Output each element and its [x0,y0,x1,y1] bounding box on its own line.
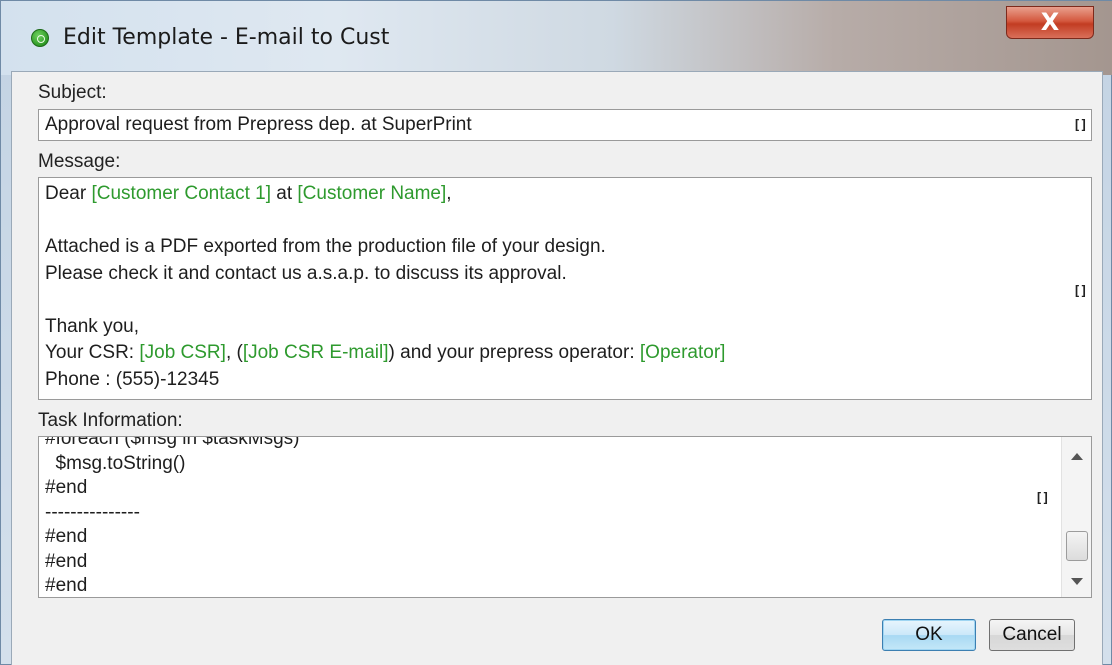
message-line: Please check it and contact us a.s.a.p. … [45,262,567,286]
expand-editor-icon[interactable]: [] [1073,284,1088,299]
template-variable: [Customer Name] [297,183,447,204]
settings-icon [31,29,49,47]
message-line: Attached is a PDF exported from the prod… [45,235,606,259]
code-line: #end [45,550,88,572]
message-text: at [271,183,298,204]
subject-field[interactable]: Approval request from Prepress dep. at S… [38,109,1092,141]
code-line: #end [45,526,88,547]
code-line: #end [45,575,88,596]
cancel-button[interactable]: Cancel [989,619,1075,651]
message-line: Thank you, [45,315,139,339]
task-information-label: Task Information: [38,410,183,431]
message-text: Dear [45,183,92,204]
subject-value: Approval request from Prepress dep. at S… [45,114,472,135]
message-text: Please check it and contact us a.s.a.p. … [45,262,567,284]
message-field[interactable]: [] Dear [Customer Contact 1] at [Custome… [38,177,1092,400]
template-variable: [Customer Contact 1] [91,183,271,204]
dialog-body: Subject: Approval request from Prepress … [11,71,1103,665]
template-variable: [Operator] [639,342,726,363]
message-label: Message: [38,151,121,172]
message-text: , [446,183,452,204]
code-line: #foreach ($msg in $taskMsgs) [45,436,300,449]
message-text: Your CSR: [45,342,140,363]
scrollbar-thumb[interactable] [1066,531,1088,561]
title-bar[interactable]: Edit Template - E-mail to Cust X [1,1,1112,75]
ok-button[interactable]: OK [882,619,976,651]
message-line: Your CSR: [Job CSR], ([Job CSR E-mail]) … [45,341,725,365]
template-variable: [Job CSR] [139,342,226,363]
scroll-up-arrow-icon[interactable] [1071,453,1083,460]
code-line: $msg.toString() [45,452,186,474]
scroll-down-arrow-icon[interactable] [1071,578,1083,585]
window-title: Edit Template - E-mail to Cust [63,25,390,50]
message-text: , ( [225,342,243,363]
message-text: Thank you, [45,315,139,337]
message-line: Dear [Customer Contact 1] at [Customer N… [45,182,452,206]
expand-editor-icon[interactable]: [] [1035,491,1050,506]
message-text: ) and your prepress operator: [388,342,640,363]
code-line: #end [45,477,88,498]
subject-label: Subject: [38,82,107,103]
expand-editor-icon[interactable]: [] [1073,118,1088,133]
vertical-scrollbar[interactable] [1061,437,1091,597]
code-line: --------------- [45,501,140,523]
message-text: Phone : (555)-12345 [45,368,220,390]
message-line: Phone : (555)-12345 [45,368,219,392]
task-information-field[interactable]: #end #end #end --------------- #end $msg.toS… [38,436,1092,598]
edit-template-dialog: Edit Template - E-mail to Cust X Subject… [0,0,1112,665]
close-button[interactable]: X [1006,6,1094,39]
message-text: Attached is a PDF exported from the prod… [45,236,606,257]
template-variable: [Job CSR E-mail] [242,342,389,363]
